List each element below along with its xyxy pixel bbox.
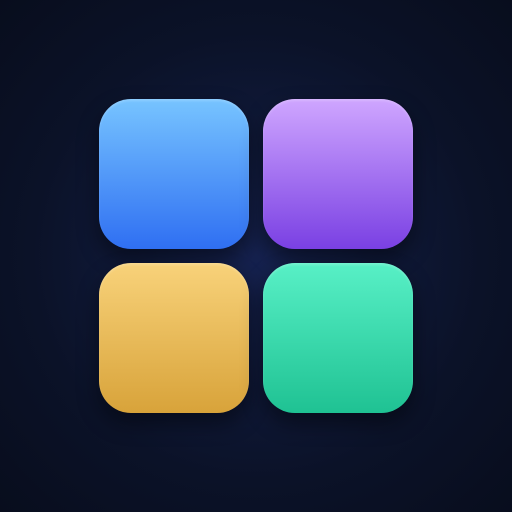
blue-tile xyxy=(99,99,249,249)
purple-tile xyxy=(263,99,413,249)
green-tile xyxy=(263,263,413,413)
gold-tile xyxy=(99,263,249,413)
app-icon xyxy=(0,0,512,512)
